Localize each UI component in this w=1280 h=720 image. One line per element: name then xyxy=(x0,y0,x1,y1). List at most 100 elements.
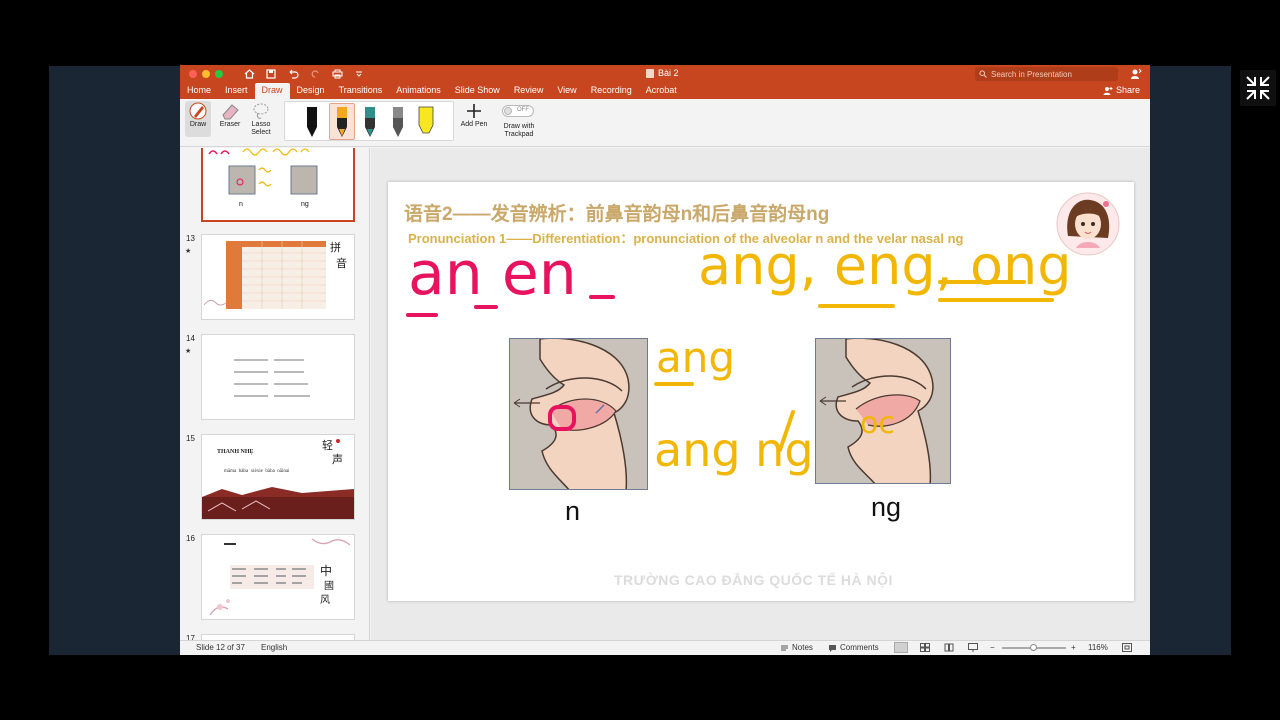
comments-label: Comments xyxy=(840,643,879,652)
zoom-level[interactable]: 116% xyxy=(1088,643,1108,652)
fit-to-window-icon[interactable] xyxy=(1122,643,1132,654)
lasso-select-button[interactable]: Lasso Select xyxy=(248,101,274,137)
slide-14-transition-star: ★ xyxy=(185,348,192,355)
svg-text:ng: ng xyxy=(301,201,309,208)
slide-thumbnail-15[interactable]: THANH NHẸ māma bàba xièxie bàba nǎinai 轻… xyxy=(201,434,355,520)
current-slide[interactable]: 语音2——发音辨析：前鼻音韵母n和后鼻音韵母ng Pronunciation 1… xyxy=(388,182,1134,601)
customize-toolbar-icon[interactable] xyxy=(352,67,366,81)
slide-number-15: 15 xyxy=(186,434,195,443)
eraser-button[interactable]: Eraser xyxy=(216,101,244,129)
slide-position: Slide 12 of 37 xyxy=(196,643,245,652)
tab-insert[interactable]: Insert xyxy=(218,83,255,99)
slide-thumbnail-13[interactable]: 拼 音 xyxy=(201,234,355,320)
caption-n: n xyxy=(565,496,581,526)
comments-button[interactable]: Comments xyxy=(828,643,879,652)
add-pen-label: Add Pen xyxy=(460,121,488,128)
add-pen-button[interactable]: Add Pen xyxy=(458,101,490,129)
svg-text:风: 风 xyxy=(320,594,330,606)
lasso-label: Lasso Select xyxy=(251,121,271,136)
slide-thumbnail-12[interactable]: n ng xyxy=(201,148,355,222)
ribbon-tabs: Home Insert Draw Design Transitions Anim… xyxy=(180,83,684,99)
zoom-in-icon[interactable]: + xyxy=(1071,643,1076,652)
person-share-icon[interactable] xyxy=(1130,67,1142,85)
title-bar: Bài 2 Search in Presentation Home Insert… xyxy=(180,65,1150,99)
slide-number-13: 13 xyxy=(186,234,195,243)
share-button[interactable]: Share xyxy=(1103,85,1140,95)
share-label: Share xyxy=(1115,85,1140,95)
document-icon xyxy=(646,68,654,78)
svg-text:拼: 拼 xyxy=(330,240,341,254)
draw-tool-button[interactable]: Draw xyxy=(185,101,211,137)
tab-design[interactable]: Design xyxy=(290,83,332,99)
mouth-diagram-n-art xyxy=(510,339,647,489)
zoom-slider-knob[interactable] xyxy=(1030,644,1037,651)
slide-show-icon[interactable] xyxy=(968,643,978,654)
tab-acrobat[interactable]: Acrobat xyxy=(639,83,684,99)
teal-pen-icon[interactable] xyxy=(363,105,377,139)
yellow-oc-mark: oc xyxy=(860,406,895,441)
notes-label: Notes xyxy=(792,643,813,652)
svg-text:轻: 轻 xyxy=(322,438,333,452)
eraser-label: Eraser xyxy=(219,121,241,128)
ink-annotations: an en ang, eng, ong ang ang ng xyxy=(406,234,1072,477)
search-input[interactable]: Search in Presentation xyxy=(975,67,1118,81)
slide-editing-canvas[interactable]: 语音2——发音辨析：前鼻音韵母n和后鼻音韵母ng Pronunciation 1… xyxy=(371,148,1150,640)
slide-14-preview xyxy=(234,359,310,397)
toggle-knob xyxy=(504,107,512,115)
draw-with-trackpad-label: Draw with Trackpad xyxy=(503,123,535,138)
caption-ng: ng xyxy=(871,492,902,522)
draw-tool-label: Draw xyxy=(189,121,207,128)
minimize-window-icon[interactable] xyxy=(202,70,210,78)
slide-number-14: 14 xyxy=(186,334,195,343)
notes-button[interactable]: Notes xyxy=(780,643,813,652)
gray-pencil-icon[interactable] xyxy=(391,105,405,139)
search-placeholder: Search in Presentation xyxy=(991,69,1072,79)
yellow-ink-words: ang, eng, ong xyxy=(698,234,1072,297)
redo-icon[interactable] xyxy=(308,67,322,81)
black-pen-icon[interactable] xyxy=(305,105,319,139)
comment-icon xyxy=(829,644,836,652)
tab-recording[interactable]: Recording xyxy=(584,83,639,99)
slide-12-preview: n ng xyxy=(208,148,318,208)
slide-thumbnail-14[interactable] xyxy=(201,334,355,420)
reading-view-icon[interactable] xyxy=(944,643,954,654)
yellow-ink-angng: ang ng xyxy=(654,423,814,477)
undo-icon[interactable] xyxy=(286,67,300,81)
tab-transitions[interactable]: Transitions xyxy=(332,83,390,99)
slide-thumbnail-16[interactable]: 中 國 风 xyxy=(201,534,355,620)
tab-view[interactable]: View xyxy=(550,83,583,99)
close-window-icon[interactable] xyxy=(189,70,197,78)
add-person-icon xyxy=(1103,86,1113,95)
print-icon[interactable] xyxy=(330,67,344,81)
status-bar: Slide 12 of 37 English Notes Comments − … xyxy=(180,640,1150,655)
slide-number-16: 16 xyxy=(186,534,195,543)
slide-thumbnail-panel[interactable]: n ng 13 ★ 拼 音 14 ★ 15 THANH NHẸ māma bàb… xyxy=(180,148,370,640)
yellow-highlighter-icon[interactable] xyxy=(417,105,435,139)
normal-view-icon[interactable] xyxy=(894,642,908,653)
quick-access-toolbar xyxy=(242,67,366,81)
draw-with-trackpad-toggle[interactable]: OFF xyxy=(502,105,534,117)
draw-ribbon: Draw Eraser Lasso Select Add Pen OFF Dra… xyxy=(180,99,1150,147)
eraser-icon xyxy=(222,104,239,120)
svg-text:國: 國 xyxy=(324,580,334,592)
save-icon[interactable] xyxy=(264,67,278,81)
tab-slide-show[interactable]: Slide Show xyxy=(448,83,507,99)
exit-fullscreen-icon[interactable] xyxy=(1240,70,1276,106)
language-indicator[interactable]: English xyxy=(261,643,287,652)
zoom-window-icon[interactable] xyxy=(215,70,223,78)
zoom-out-icon[interactable]: − xyxy=(990,643,995,652)
tab-animations[interactable]: Animations xyxy=(389,83,448,99)
yellow-ink-ang: ang xyxy=(656,333,735,382)
orange-pen-icon[interactable] xyxy=(335,105,349,139)
notes-icon xyxy=(781,645,788,650)
tab-draw[interactable]: Draw xyxy=(254,83,290,99)
zoom-slider[interactable] xyxy=(1002,644,1066,651)
svg-text:中: 中 xyxy=(320,563,332,578)
home-icon[interactable] xyxy=(242,67,256,81)
svg-text:n: n xyxy=(239,201,243,208)
slide-sorter-icon[interactable] xyxy=(920,643,930,654)
mouth-diagram-ng-art: oc xyxy=(816,339,950,483)
tab-review[interactable]: Review xyxy=(507,83,551,99)
tab-home[interactable]: Home xyxy=(180,83,218,99)
pen-cursor-icon xyxy=(189,102,207,120)
